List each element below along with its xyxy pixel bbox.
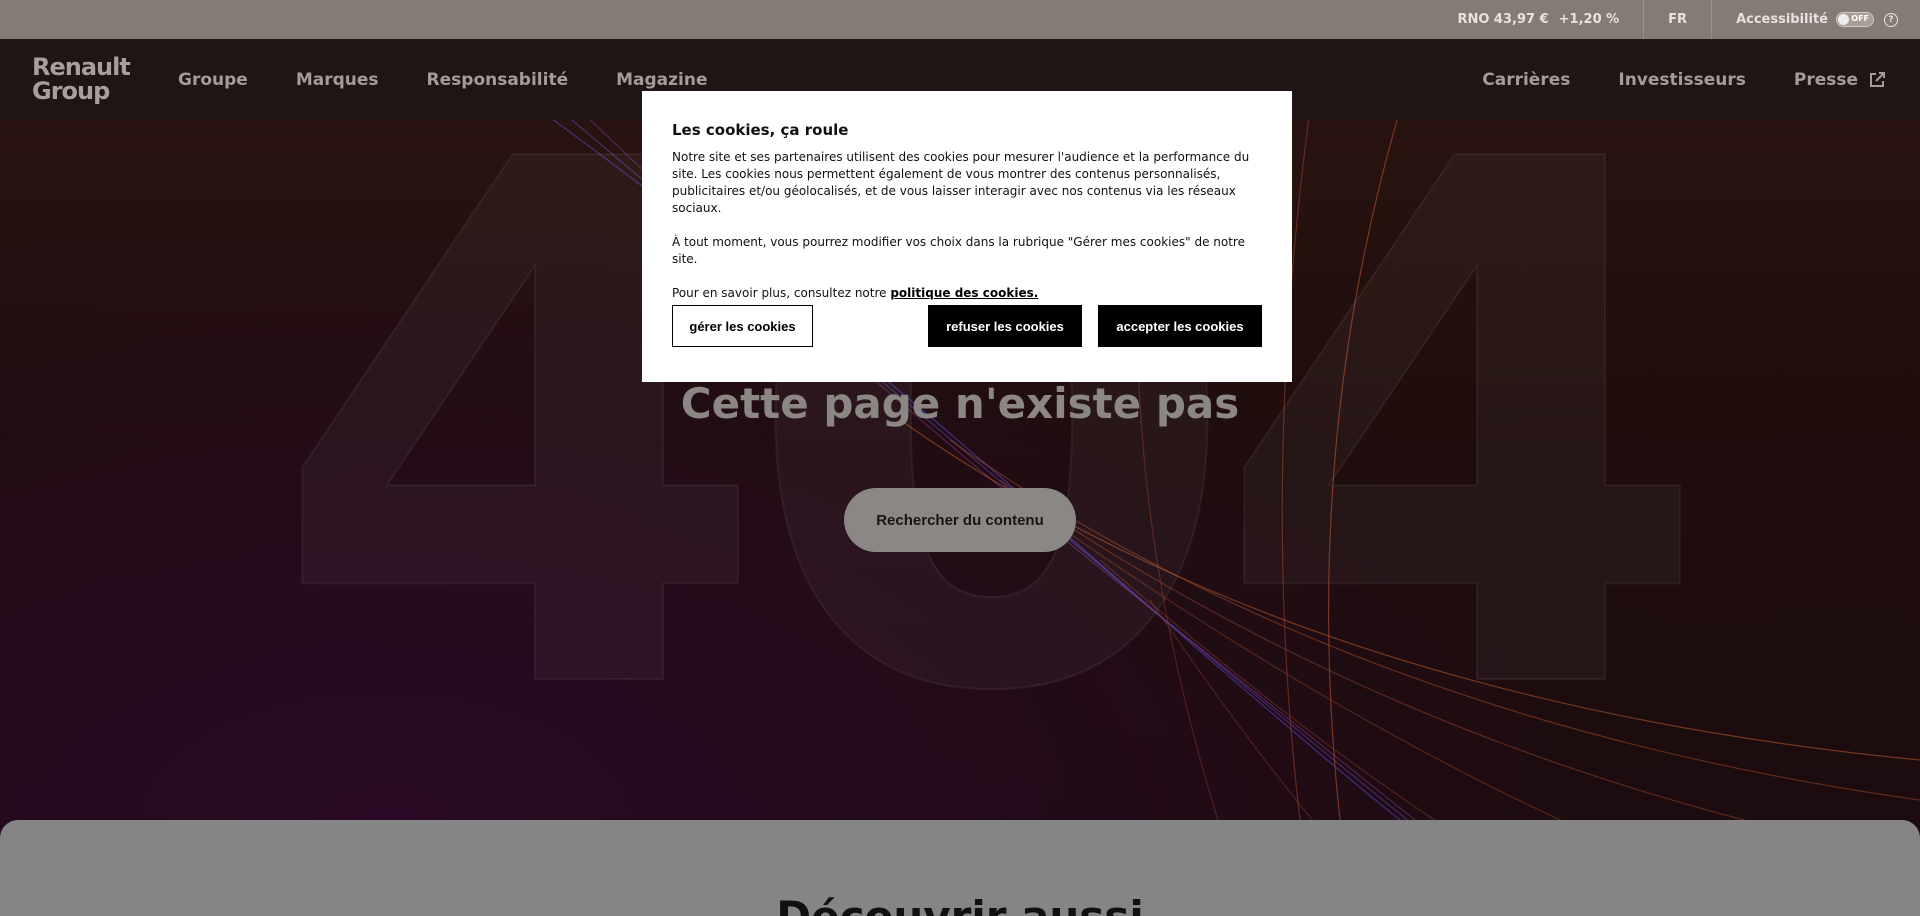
cookie-settings-note: À tout moment, vous pourrez modifier vos… (672, 235, 1245, 266)
svg-text:Group: Group (32, 77, 110, 105)
stock-change: +1,20 % (1558, 12, 1620, 27)
toggle-knob (1838, 14, 1849, 25)
nav-primary: Groupe Marques Responsabilité Magazine (178, 39, 708, 120)
cookie-consent-dialog: Les cookies, ça roule Notre site et ses … (642, 91, 1292, 382)
cookie-actions: gérer les cookies refuser les cookies ac… (672, 305, 1262, 347)
manage-cookies-button[interactable]: gérer les cookies (672, 305, 813, 347)
toggle-state: OFF (1851, 14, 1869, 23)
cookie-description: Notre site et ses partenaires utilisent … (672, 150, 1250, 215)
external-link-icon (1870, 71, 1885, 87)
nav-item-groupe[interactable]: Groupe (178, 70, 248, 90)
language-selector[interactable]: FR (1643, 0, 1711, 39)
renault-group-logo[interactable]: Renault Group (32, 53, 132, 105)
discover-heading: Découvrir aussi (0, 892, 1920, 916)
logo-icon: Renault Group (32, 53, 131, 105)
stock-price: RNO 43,97 € (1457, 12, 1549, 27)
accept-cookies-button[interactable]: accepter les cookies (1098, 305, 1262, 347)
page-title: Cette page n'existe pas (680, 379, 1240, 428)
accessibility-label: Accessibilité (1736, 12, 1828, 27)
stock-ticker: RNO 43,97 € +1,20 % (1433, 0, 1643, 39)
top-bar: RNO 43,97 € +1,20 % FR Accessibilité OFF… (0, 0, 1920, 39)
cookie-policy-prefix: Pour en savoir plus, consultez notre (672, 286, 891, 300)
nav-item-magazine[interactable]: Magazine (616, 70, 707, 90)
nav-item-presse-label: Presse (1793, 69, 1858, 90)
nav-item-presse[interactable]: Presse (1794, 70, 1886, 90)
search-content-button[interactable]: Rechercher du contenu (844, 488, 1076, 552)
accessibility-control: Accessibilité OFF ? (1711, 0, 1920, 39)
cookie-policy-link[interactable]: politique des cookies. (890, 286, 1038, 300)
help-icon[interactable]: ? (1884, 12, 1898, 27)
nav-item-carrieres[interactable]: Carrières (1482, 70, 1570, 90)
nav-item-responsabilite[interactable]: Responsabilité (427, 70, 569, 90)
cookie-dialog-title: Les cookies, ça roule (672, 121, 849, 139)
nav-secondary: Carrières Investisseurs Presse (1482, 39, 1886, 120)
cookie-policy-note: Pour en savoir plus, consultez notre pol… (672, 285, 1262, 302)
refuse-cookies-button[interactable]: refuser les cookies (928, 305, 1082, 347)
accessibility-toggle[interactable]: OFF (1836, 12, 1874, 27)
nav-item-investisseurs[interactable]: Investisseurs (1618, 70, 1745, 90)
language-label: FR (1668, 12, 1688, 27)
nav-item-marques[interactable]: Marques (296, 70, 379, 90)
discover-section: Découvrir aussi (0, 820, 1920, 916)
